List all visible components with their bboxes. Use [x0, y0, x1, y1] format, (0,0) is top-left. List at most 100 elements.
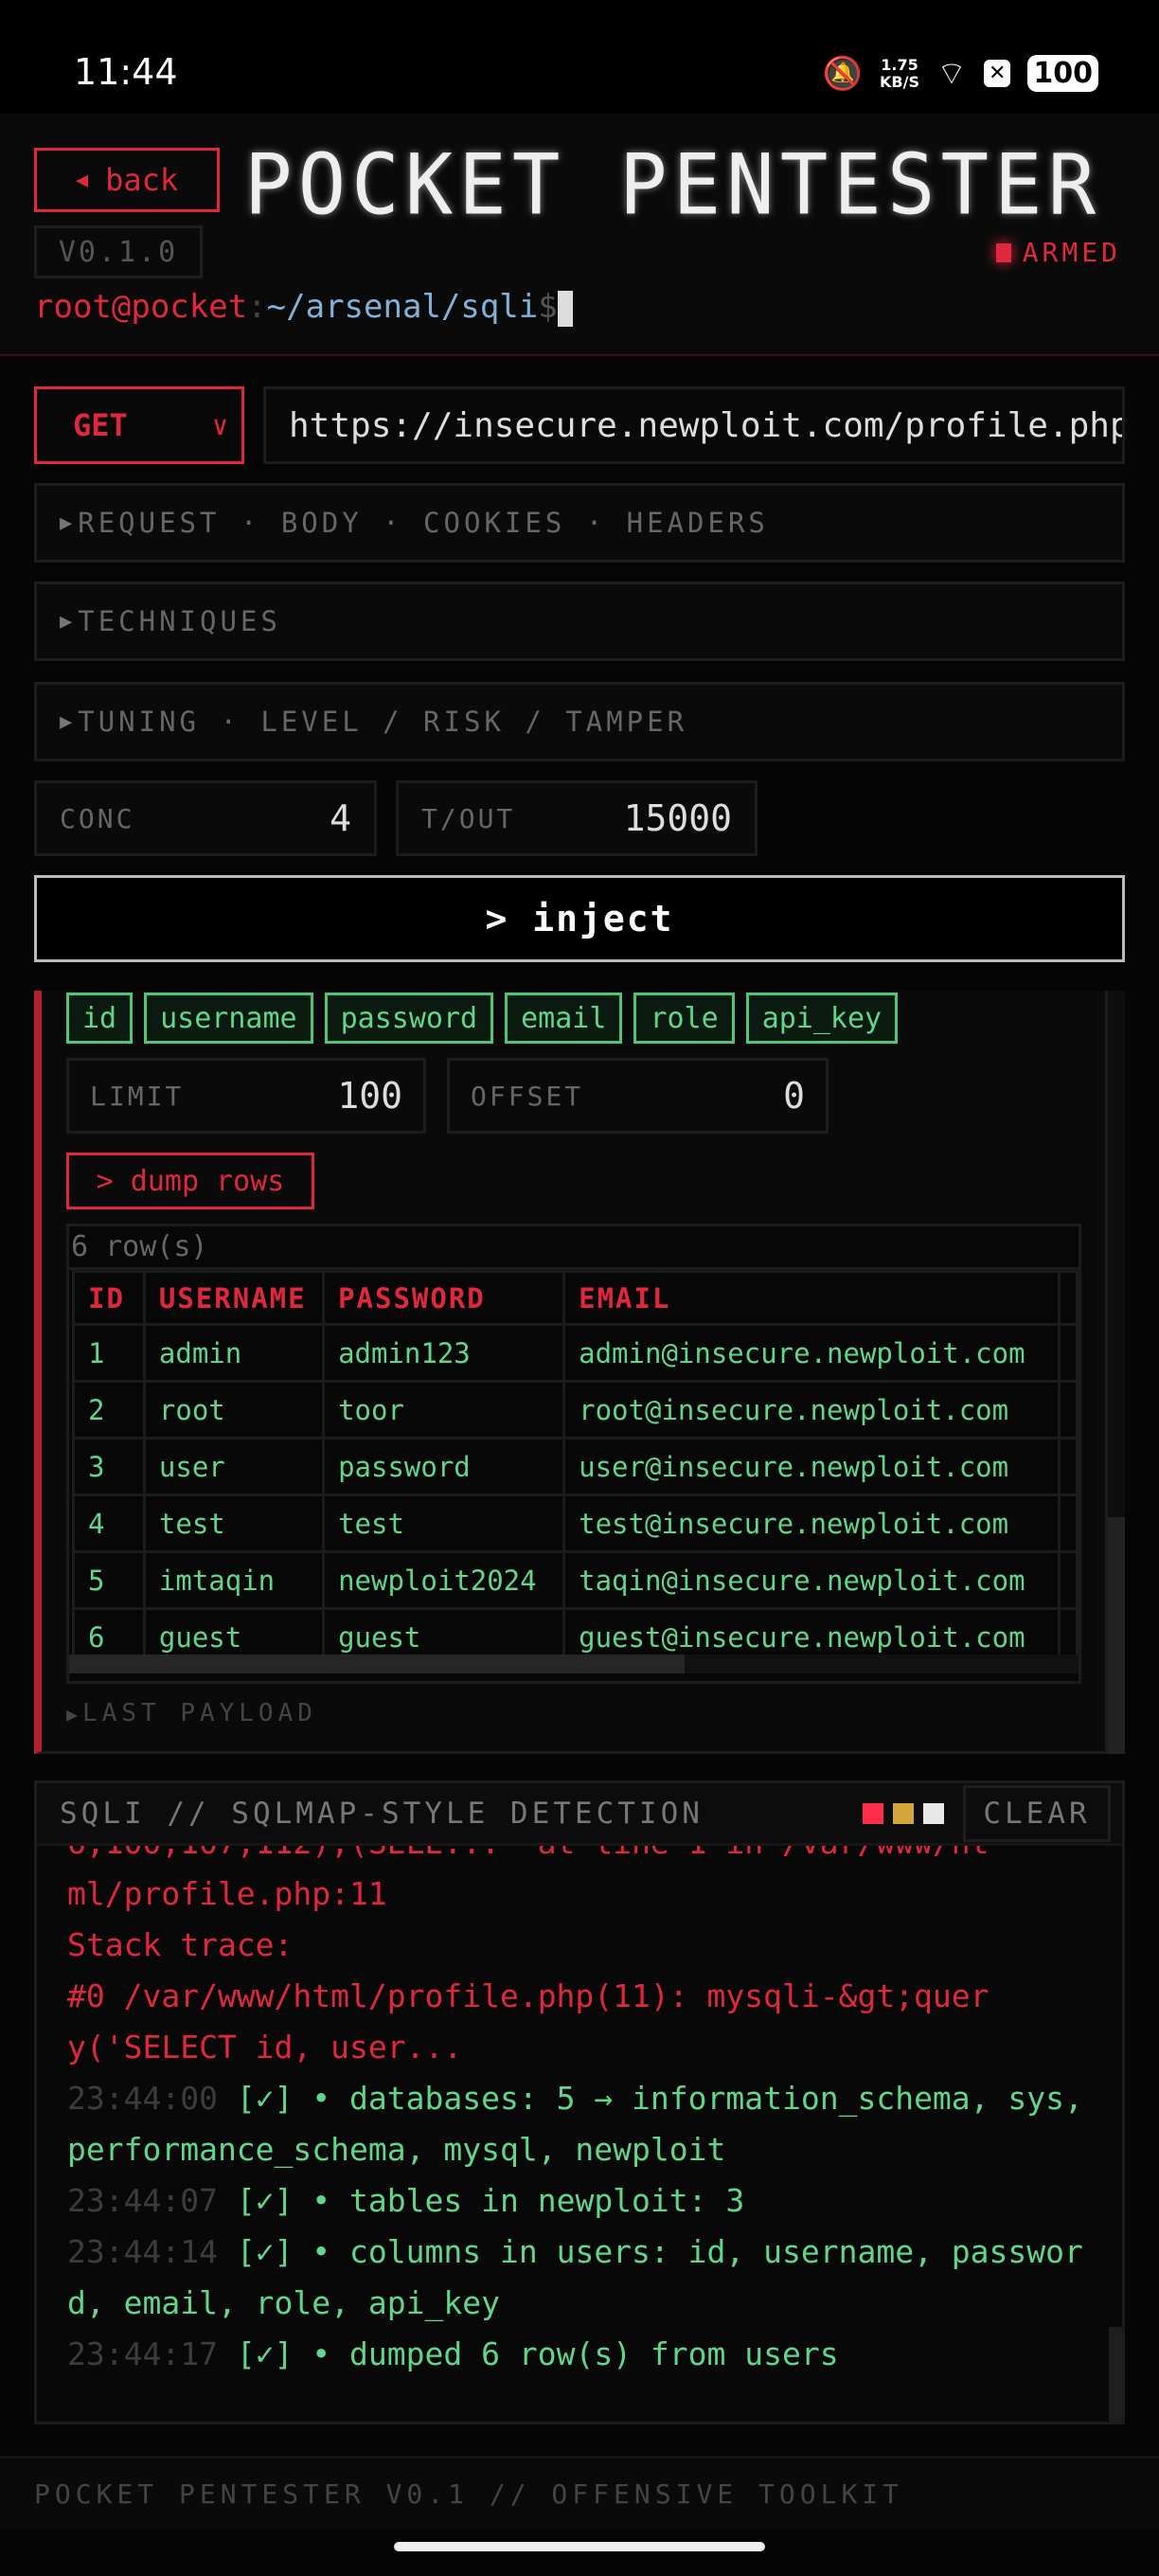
results-table: 6 row(s) ID USERNAME PASSWORD EMAIL 1 adm… [66, 1224, 1081, 1684]
col-more [1058, 1270, 1079, 1326]
table-cell: 5 [72, 1550, 146, 1610]
log-error-line: ml/profile.php:11 [67, 1875, 387, 1912]
log-timestamp: 23:44:14 [67, 2233, 218, 2270]
limit-label: LIMIT [90, 1080, 185, 1112]
table-cell: taqin@insecure.newploit.com [562, 1550, 1061, 1610]
table-cell: 3 [72, 1437, 146, 1496]
table-cell: root [142, 1380, 326, 1440]
log-error-line: Stack trace: [67, 1926, 294, 1963]
log-header: SQLI // SQLMAP-STYLE DETECTION CLEAR [37, 1783, 1122, 1846]
accordion-techniques[interactable]: ▶ TECHNIQUES [34, 581, 1125, 661]
col-email: EMAIL [562, 1270, 1061, 1326]
accordion-label: REQUEST · BODY · COOKIES · HEADERS [78, 507, 769, 539]
caret-right-icon: ▶ [66, 1703, 83, 1726]
log-message: [✓] • dumped 6 row(s) from users [236, 2335, 839, 2372]
log-message: [✓] • tables in newploit: 3 [236, 2182, 745, 2219]
table-cell: root@insecure.newploit.com [562, 1380, 1061, 1440]
app-title: POCKET PENTESTER [244, 135, 1102, 234]
caret-right-icon: ▶ [60, 609, 77, 634]
hscroll-thumb[interactable] [69, 1655, 685, 1673]
back-button[interactable]: ◀ back [34, 148, 220, 212]
column-chip[interactable]: username [144, 993, 313, 1044]
dump-rows-button[interactable]: > dump rows [66, 1153, 314, 1209]
footer: POCKET PENTESTER V0.1 // OFFENSIVE TOOLK… [0, 2456, 1159, 2530]
prompt-sep: : [247, 288, 267, 326]
log-entry: 23:44:00 [✓] • databases: 5 → informatio… [67, 2073, 1099, 2175]
home-indicator[interactable] [394, 2542, 765, 2551]
app-header: ◀ back POCKET PENTESTER V0.1.0 ARMED root… [0, 114, 1159, 356]
log-timestamp: 23:44:07 [67, 2182, 218, 2219]
table-cell: 1 [72, 1323, 146, 1383]
accordion-label: TUNING · LEVEL / RISK / TAMPER [78, 706, 688, 738]
url-input[interactable]: https://insecure.newploit.com/profile.ph… [263, 386, 1125, 464]
table-cell: admin@insecure.newploit.com [562, 1323, 1061, 1383]
log-panel: SQLI // SQLMAP-STYLE DETECTION CLEAR 6,1… [34, 1780, 1125, 2424]
bell-muted-icon: 🔕 [822, 54, 863, 93]
table-hscrollbar[interactable] [69, 1655, 1079, 1673]
white-square-icon [923, 1802, 944, 1824]
limit-value[interactable]: 100 [337, 1075, 402, 1117]
armed-indicator-icon [995, 242, 1011, 262]
inject-button[interactable]: > inject [34, 875, 1125, 962]
column-chip[interactable]: role [633, 993, 735, 1044]
back-arrow-icon: ◀ [75, 168, 89, 192]
table-cell: toor [322, 1380, 566, 1440]
clock: 11:44 [74, 51, 178, 93]
table-cell: 2 [72, 1380, 146, 1440]
armed-status: ARMED [995, 237, 1121, 268]
caret-right-icon: ▶ [60, 510, 77, 535]
prompt-dollar: $ [538, 288, 558, 326]
data-table: ID USERNAME PASSWORD EMAIL 1 admin admin12… [72, 1270, 1079, 1667]
red-square-icon [863, 1802, 883, 1824]
column-chip[interactable]: email [505, 993, 623, 1044]
accordion-request[interactable]: ▶ REQUEST · BODY · COOKIES · HEADERS [34, 483, 1125, 563]
no-sim-icon: ✕ [983, 60, 1011, 87]
accordion-tuning[interactable]: ▶ TUNING · LEVEL / RISK / TAMPER [34, 682, 1125, 761]
column-chip[interactable]: api_key [745, 993, 899, 1044]
col-id: ID [72, 1270, 146, 1326]
table-cell-more [1058, 1380, 1079, 1440]
log-entry: 23:44:07 [✓] • tables in newploit: 3 [67, 2175, 1099, 2227]
clear-button[interactable]: CLEAR [963, 1784, 1111, 1842]
method-select[interactable]: GET ∨ [34, 386, 244, 464]
last-payload-toggle[interactable]: ▶LAST PAYLOAD [66, 1699, 317, 1727]
log-error-line: #0 /var/www/html/profile.php(11): mysqli… [67, 1977, 990, 2014]
table-cell: test@insecure.newploit.com [562, 1494, 1061, 1553]
column-chip[interactable]: id [66, 993, 134, 1044]
log-title: SQLI // SQLMAP-STYLE DETECTION [60, 1796, 704, 1831]
offset-field[interactable]: OFFSET 0 [447, 1058, 829, 1134]
table-cell-more [1058, 1550, 1079, 1610]
scroll-thumb[interactable] [1108, 1517, 1125, 1754]
accordion-label: TECHNIQUES [78, 605, 281, 637]
cursor [557, 290, 573, 327]
log-error-line: y('SELECT id, user... [67, 2029, 463, 2066]
log-scrollbar[interactable] [1109, 2327, 1122, 2422]
table-cell: user@insecure.newploit.com [562, 1437, 1061, 1496]
timeout-value[interactable]: 15000 [624, 797, 732, 839]
shell-prompt: root@pocket:~/arsenal/sqli$ [34, 288, 573, 327]
table-row: 2 root toor root@insecure.newploit.com [72, 1380, 1079, 1440]
panel-scrollbar[interactable] [1108, 991, 1125, 1754]
table-cell: 4 [72, 1494, 146, 1553]
table-cell: imtaqin [142, 1550, 326, 1610]
table-cell: newploit2024 [322, 1550, 566, 1610]
column-chip[interactable]: password [324, 993, 494, 1044]
conc-label: CONC [60, 802, 135, 834]
table-row: 4 test test test@insecure.newploit.com [72, 1494, 1079, 1553]
timeout-field[interactable]: T/OUT 15000 [396, 780, 758, 856]
table-cell: test [322, 1494, 566, 1553]
offset-value[interactable]: 0 [783, 1075, 805, 1117]
method-value: GET [73, 407, 128, 443]
version-badge: V0.1.0 [34, 225, 203, 278]
back-label: back [105, 162, 179, 198]
net-speed-unit: KB/S [880, 72, 919, 91]
limit-field[interactable]: LIMIT 100 [66, 1058, 426, 1134]
table-cell-more [1058, 1494, 1079, 1553]
yellow-square-icon [893, 1802, 914, 1824]
status-icons: 🔕 1.75 KB/S ⌔ ✕ 100 [823, 53, 1098, 94]
table-cell: password [322, 1437, 566, 1496]
table-row: 5 imtaqin newploit2024 taqin@insecure.newpl… [72, 1550, 1079, 1610]
conc-value[interactable]: 4 [330, 797, 351, 839]
concurrency-field[interactable]: CONC 4 [34, 780, 377, 856]
log-timestamp: 23:44:00 [67, 2080, 218, 2117]
